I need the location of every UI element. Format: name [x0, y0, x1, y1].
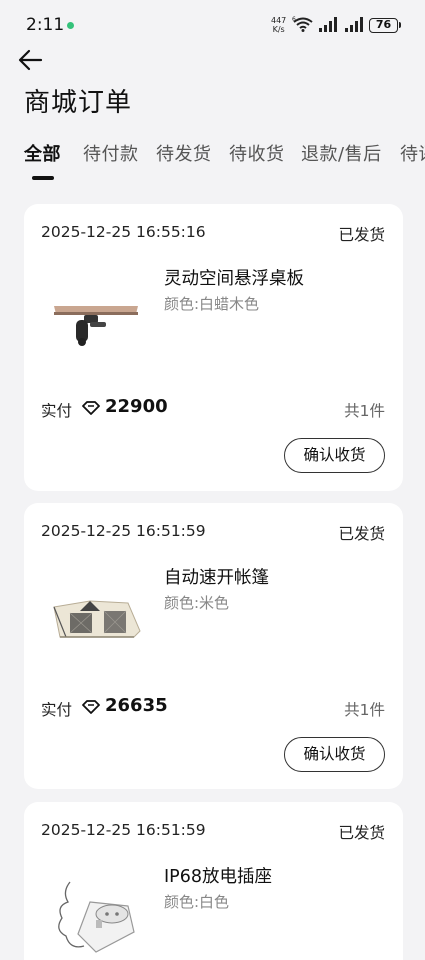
signal-icon: [319, 17, 337, 32]
product-name[interactable]: 灵动空间悬浮桌板: [164, 265, 304, 290]
battery-tip: [399, 22, 401, 28]
order-time: 2025-12-25 16:51:59: [41, 821, 206, 839]
paid-label: 实付: [41, 701, 73, 719]
product-name[interactable]: IP68放电插座: [164, 863, 272, 888]
confirm-receipt-button[interactable]: 确认收货: [284, 737, 385, 772]
status-bar: 2:11 447 K/s 6 76: [0, 0, 425, 48]
order-tabs: 全部 待付款 待发货 待收货 退款/售后 待评: [0, 140, 425, 184]
product-spec: 颜色:米色: [164, 594, 230, 612]
tab-all[interactable]: 全部: [24, 140, 61, 166]
diamond-icon: [82, 401, 100, 415]
product-spec: 颜色:白色: [164, 893, 230, 911]
order-card[interactable]: 2025-12-25 16:55:16 已发货 灵动空间悬浮桌板 颜色:白蜡木色…: [24, 204, 403, 491]
paid-amount: 22900: [105, 396, 168, 417]
battery-icon: 76: [369, 18, 398, 33]
notification-dot-icon: [67, 22, 74, 29]
page-title: 商城订单: [24, 88, 133, 118]
order-status: 已发货: [338, 226, 385, 244]
tab-indicator: [32, 176, 54, 180]
diamond-icon: [82, 700, 100, 714]
wifi-badge: 6: [292, 16, 296, 23]
order-card[interactable]: 2025-12-25 16:51:59 已发货 自动速开帐篷 颜色:米色 实付 …: [24, 503, 403, 789]
order-status: 已发货: [338, 525, 385, 543]
order-card[interactable]: 2025-12-25 16:51:59 已发货 IP68放电插座 颜色:白色: [24, 802, 403, 960]
item-count: 共1件: [344, 402, 385, 420]
signal-icon: [345, 17, 363, 32]
back-arrow-icon[interactable]: [14, 44, 48, 78]
product-image-tent[interactable]: [50, 575, 142, 655]
product-image-desk-board[interactable]: [50, 276, 142, 356]
confirm-receipt-button[interactable]: 确认收货: [284, 438, 385, 473]
tab-pending-review[interactable]: 待评: [400, 140, 425, 166]
product-image-socket[interactable]: [50, 872, 142, 960]
item-count: 共1件: [344, 701, 385, 719]
paid-label: 实付: [41, 402, 73, 420]
tab-pending-receipt[interactable]: 待收货: [229, 140, 285, 166]
network-speed-unit: K/s: [272, 25, 285, 34]
tab-pending-shipment[interactable]: 待发货: [156, 140, 212, 166]
order-status: 已发货: [338, 824, 385, 842]
network-speed: 447 K/s: [271, 16, 286, 34]
product-name[interactable]: 自动速开帐篷: [164, 564, 269, 589]
wifi-icon: 6: [292, 16, 313, 32]
product-spec: 颜色:白蜡木色: [164, 295, 260, 313]
tab-refund-aftersale[interactable]: 退款/售后: [301, 140, 382, 166]
tab-pending-payment[interactable]: 待付款: [83, 140, 139, 166]
status-time: 2:11: [26, 15, 65, 35]
paid-amount: 26635: [105, 695, 168, 716]
order-time: 2025-12-25 16:51:59: [41, 522, 206, 540]
order-time: 2025-12-25 16:55:16: [41, 223, 206, 241]
network-speed-value: 447: [271, 16, 287, 25]
